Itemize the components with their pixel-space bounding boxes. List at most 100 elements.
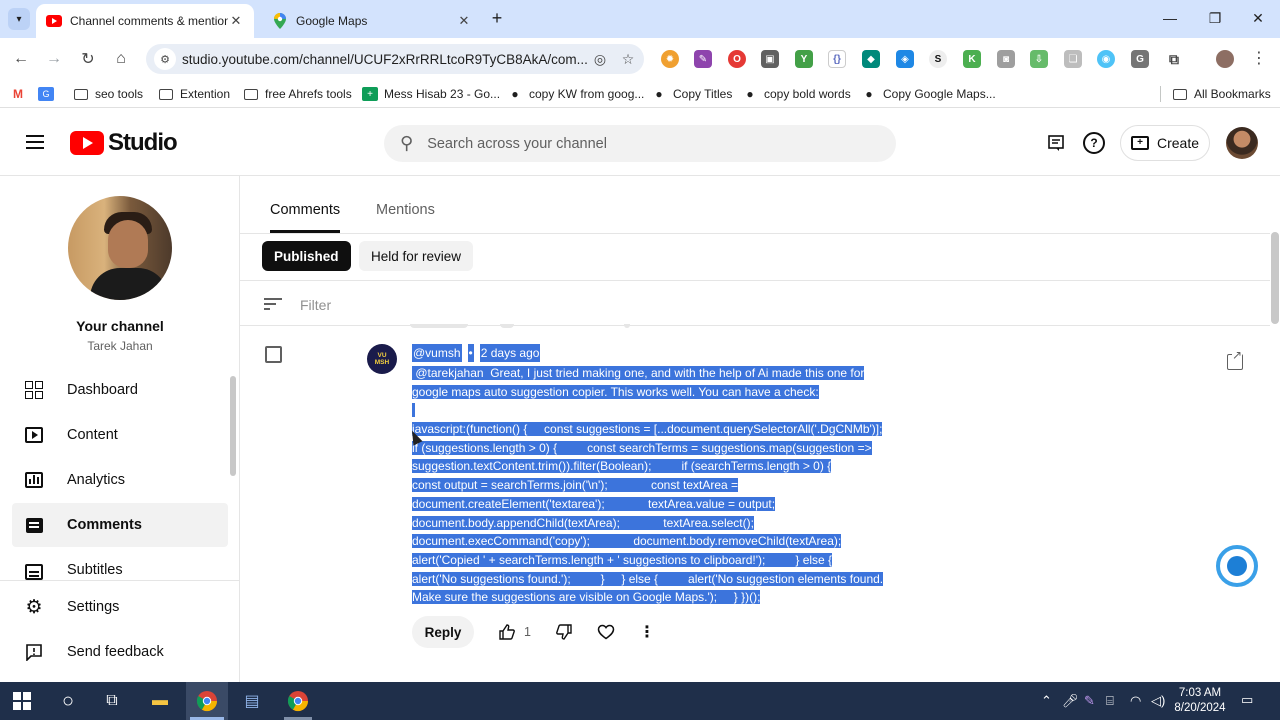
network-icon[interactable]: ⌸: [1106, 693, 1114, 709]
commenter-avatar[interactable]: VU MSH: [367, 344, 397, 374]
new-tab-button[interactable]: +: [487, 9, 507, 29]
bookmark-free-ahrefs-tools[interactable]: free Ahrefs tools: [243, 86, 352, 102]
messages-icon[interactable]: [1045, 132, 1067, 154]
extension-opera-icon[interactable]: O: [728, 50, 746, 68]
pen-tray-icon[interactable]: ✎: [1084, 693, 1095, 709]
notifications-icon[interactable]: ▭: [1241, 692, 1253, 708]
task-view-icon[interactable]: ⧉: [100, 689, 124, 713]
extension-tree-icon[interactable]: Y: [795, 50, 813, 68]
close-window-icon[interactable]: ✕: [1248, 10, 1268, 27]
extensions-puzzle-icon[interactable]: ⧉: [1165, 50, 1183, 68]
comment-select-checkbox[interactable]: [265, 346, 282, 363]
extension-s-icon[interactable]: S: [929, 50, 947, 68]
microphone-icon[interactable]: 🎤︎: [1062, 693, 1079, 709]
translate-bookmark[interactable]: G: [38, 86, 60, 102]
help-icon[interactable]: ?: [1083, 132, 1105, 154]
bookmark-extention[interactable]: Extention: [158, 86, 230, 102]
extension-store-icon[interactable]: ▣: [761, 50, 779, 68]
comment-text[interactable]: @tarekjahan Great, I just tried making o…: [412, 364, 892, 607]
sidebar-item-subtitles[interactable]: Subtitles: [12, 548, 228, 580]
sidebar-item-analytics[interactable]: Analytics: [12, 458, 228, 502]
create-button[interactable]: + Create: [1120, 125, 1210, 161]
gmail-bookmark[interactable]: M: [10, 86, 32, 102]
channel-search-input[interactable]: ⚲ Search across your channel: [384, 125, 896, 162]
extension-box-icon[interactable]: ◆: [862, 50, 880, 68]
extension-sun-icon[interactable]: ✹: [661, 50, 679, 68]
extension-camera-icon[interactable]: ◙: [997, 50, 1015, 68]
wifi-icon[interactable]: ◠: [1130, 693, 1141, 709]
notepad-taskbar-icon[interactable]: ▤: [240, 689, 264, 713]
filter-bar[interactable]: Filter: [240, 280, 1270, 326]
chrome-taskbar-icon[interactable]: [195, 689, 219, 713]
extension-circle-icon[interactable]: ◉: [1097, 50, 1115, 68]
extension-json-icon[interactable]: {}: [828, 50, 846, 68]
taskbar-clock[interactable]: 7:03 AM 8/20/2024: [1172, 686, 1228, 716]
sidebar-item-dashboard[interactable]: Dashboard: [12, 368, 228, 412]
channel-avatar[interactable]: [68, 196, 172, 300]
sidebar-scrollbar[interactable]: [230, 376, 236, 476]
filter-input[interactable]: Filter: [300, 297, 331, 313]
bookmark-copy-titles[interactable]: ● Copy Titles: [651, 86, 732, 102]
bookmark-mess-hisab[interactable]: + Mess Hisab 23 - Go...: [362, 86, 500, 102]
search-icon[interactable]: ○: [56, 689, 80, 713]
more-options-icon[interactable]: ⋮: [639, 622, 655, 642]
reload-button[interactable]: ↻: [76, 47, 100, 71]
sidebar-item-content[interactable]: Content: [12, 413, 228, 457]
extension-k-icon[interactable]: K: [963, 50, 981, 68]
close-tab-icon[interactable]: ✕: [228, 13, 244, 29]
bookmark-copy-bold-words[interactable]: ● copy bold words: [742, 86, 850, 102]
all-bookmarks[interactable]: All Bookmarks: [1172, 86, 1271, 102]
windows-start-icon[interactable]: [10, 689, 34, 713]
tab-comments[interactable]: Comments: [270, 202, 340, 218]
extension-download-icon[interactable]: ⇩: [1030, 50, 1048, 68]
home-button[interactable]: ⌂: [109, 47, 133, 71]
reply-button[interactable]: Reply: [412, 616, 474, 648]
profile-avatar-icon[interactable]: [1216, 50, 1234, 68]
tab-channel-comments[interactable]: Channel comments & mentions ✕: [36, 4, 254, 38]
file-explorer-icon[interactable]: ▬: [148, 689, 172, 713]
extension-g-icon[interactable]: G: [1131, 50, 1149, 68]
chrome-profile-taskbar-icon[interactable]: [286, 689, 310, 713]
volume-icon[interactable]: ◁): [1151, 693, 1165, 709]
open-in-new-icon[interactable]: [1227, 349, 1243, 370]
extension-copy-icon[interactable]: ❏: [1064, 50, 1082, 68]
url-text[interactable]: studio.youtube.com/channel/UCUF2xRrRRLtc…: [182, 52, 588, 67]
extension-pen-icon[interactable]: ✎: [694, 50, 712, 68]
tab-mentions[interactable]: Mentions: [376, 202, 435, 218]
chip-held-for-review[interactable]: Held for review: [359, 241, 474, 271]
sidebar-item-settings[interactable]: ⚙ Settings: [12, 585, 228, 629]
like-button[interactable]: 1: [498, 623, 531, 641]
tab-search-chevron-icon[interactable]: ▾: [8, 8, 30, 30]
dislike-button[interactable]: [555, 623, 573, 641]
minimize-icon[interactable]: —: [1160, 10, 1180, 26]
restore-icon[interactable]: ❐: [1205, 10, 1225, 27]
forward-button[interactable]: →: [42, 47, 66, 71]
tab-google-maps[interactable]: Google Maps ✕: [262, 4, 482, 38]
chip-published[interactable]: Published: [262, 241, 351, 271]
comment-time[interactable]: 2 days ago: [479, 344, 541, 362]
eye-off-icon[interactable]: ◎: [588, 51, 612, 68]
extension-tag-icon[interactable]: ◈: [896, 50, 914, 68]
close-tab-icon[interactable]: ✕: [456, 13, 472, 29]
show-hidden-icons-chevron-icon[interactable]: ⌃: [1041, 693, 1052, 709]
bookmark-star-icon[interactable]: ☆: [616, 51, 640, 68]
account-avatar[interactable]: [1226, 127, 1258, 159]
assistant-floating-icon[interactable]: [1216, 545, 1258, 587]
main-scrollbar[interactable]: [1271, 232, 1279, 324]
sidebar-item-send-feedback[interactable]: Send feedback: [12, 630, 228, 674]
comments-icon: [24, 515, 44, 535]
bookmark-seo-tools[interactable]: seo tools: [73, 86, 143, 102]
bookmark-copy-kw[interactable]: ● copy KW from goog...: [507, 86, 644, 102]
back-button[interactable]: ←: [9, 47, 33, 71]
site-info-icon[interactable]: ⚙: [154, 48, 176, 70]
sidebar-item-label: Comments: [67, 517, 142, 533]
studio-logo[interactable]: Studio: [70, 129, 178, 157]
sidebar-item-comments[interactable]: Comments: [12, 503, 228, 547]
address-bar[interactable]: ⚙ studio.youtube.com/channel/UCUF2xRrRRL…: [146, 44, 644, 74]
bookmark-copy-google-maps[interactable]: ● Copy Google Maps...: [861, 86, 995, 102]
comment-author[interactable]: @vumsh: [412, 344, 462, 362]
menu-hamburger-icon[interactable]: [26, 135, 44, 149]
chrome-menu-icon[interactable]: ⋮: [1251, 48, 1267, 68]
filter-icon[interactable]: [264, 298, 282, 310]
heart-button[interactable]: [597, 623, 615, 641]
